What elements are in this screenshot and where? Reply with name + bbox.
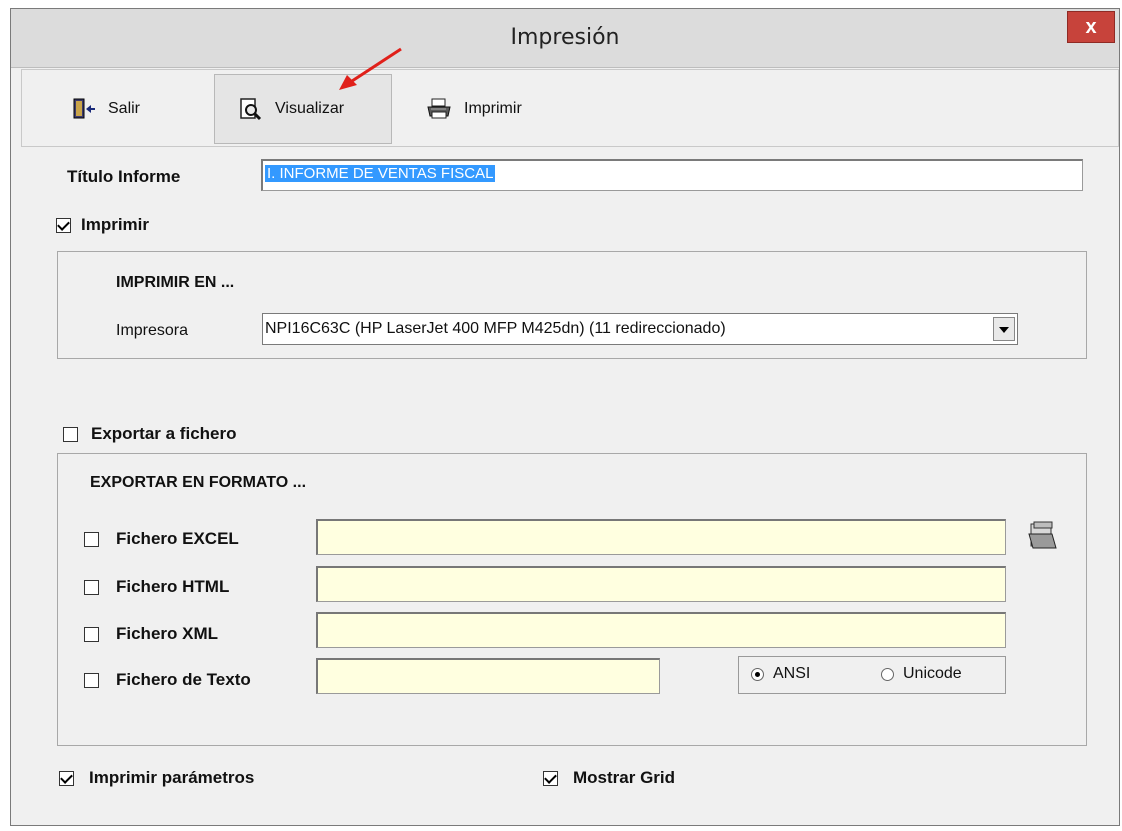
close-button[interactable]: x: [1067, 11, 1115, 43]
print-params-label: Imprimir parámetros: [89, 768, 255, 787]
unicode-radio[interactable]: [881, 668, 894, 681]
chevron-down-icon: [999, 327, 1009, 333]
show-grid-checkbox[interactable]: [543, 771, 558, 786]
text-label: Fichero de Texto: [116, 670, 251, 689]
export-checkbox-label: Exportar a fichero: [91, 424, 237, 443]
report-title-value: I. INFORME DE VENTAS FISCAL: [265, 165, 496, 182]
export-checkbox[interactable]: [63, 427, 78, 442]
preview-label: Visualizar: [275, 100, 345, 117]
unicode-label: Unicode: [903, 665, 962, 682]
folder-browse-icon[interactable]: [1026, 520, 1058, 557]
ansi-radio[interactable]: [751, 668, 764, 681]
print-checkbox-label: Imprimir: [81, 215, 150, 234]
encoding-group: ANSI Unicode: [738, 656, 1006, 694]
printer-select[interactable]: NPI16C63C (HP LaserJet 400 MFP M425dn) (…: [262, 313, 1018, 345]
excel-label: Fichero EXCEL: [116, 529, 239, 548]
print-group: IMPRIMIR EN ... Impresora NPI16C63C (HP …: [57, 251, 1087, 359]
exit-label: Salir: [108, 100, 141, 117]
printer-label: Impresora: [116, 322, 189, 339]
html-path-input[interactable]: [316, 566, 1006, 602]
print-dialog: Impresión x Salir Visualizar Imprimir Tí…: [10, 8, 1120, 826]
xml-checkbox[interactable]: [84, 627, 99, 642]
dialog-title: Impresión: [510, 25, 620, 50]
printer-value: NPI16C63C (HP LaserJet 400 MFP M425dn) (…: [265, 320, 726, 337]
export-group: EXPORTAR EN FORMATO ... Fichero EXCEL Fi…: [57, 453, 1087, 746]
exit-door-icon: [72, 98, 96, 120]
excel-path-input[interactable]: [316, 519, 1006, 555]
html-label: Fichero HTML: [116, 577, 230, 596]
text-path-input[interactable]: [316, 658, 660, 694]
xml-path-input[interactable]: [316, 612, 1006, 648]
xml-label: Fichero XML: [116, 624, 219, 643]
report-title-label: Título Informe: [67, 167, 181, 186]
export-group-title: EXPORTAR EN FORMATO ...: [90, 474, 307, 491]
print-label: Imprimir: [464, 100, 522, 117]
excel-checkbox[interactable]: [84, 532, 99, 547]
print-button[interactable]: Imprimir: [414, 74, 554, 144]
text-checkbox[interactable]: [84, 673, 99, 688]
html-checkbox[interactable]: [84, 580, 99, 595]
ansi-label: ANSI: [773, 665, 811, 682]
print-params-checkbox[interactable]: [59, 771, 74, 786]
report-title-input[interactable]: I. INFORME DE VENTAS FISCAL: [261, 159, 1083, 191]
printer-dropdown-button[interactable]: [993, 317, 1015, 341]
print-checkbox[interactable]: [56, 218, 71, 233]
annotation-arrow-icon: [339, 47, 402, 90]
show-grid-label: Mostrar Grid: [573, 768, 676, 787]
title-bar: Impresión x: [11, 9, 1119, 68]
printer-icon: [426, 98, 452, 120]
toolbar: Salir Visualizar Imprimir: [21, 69, 1119, 147]
exit-button[interactable]: Salir: [72, 74, 192, 144]
print-group-title: IMPRIMIR EN ...: [116, 274, 235, 291]
preview-magnifier-icon: [239, 97, 263, 121]
